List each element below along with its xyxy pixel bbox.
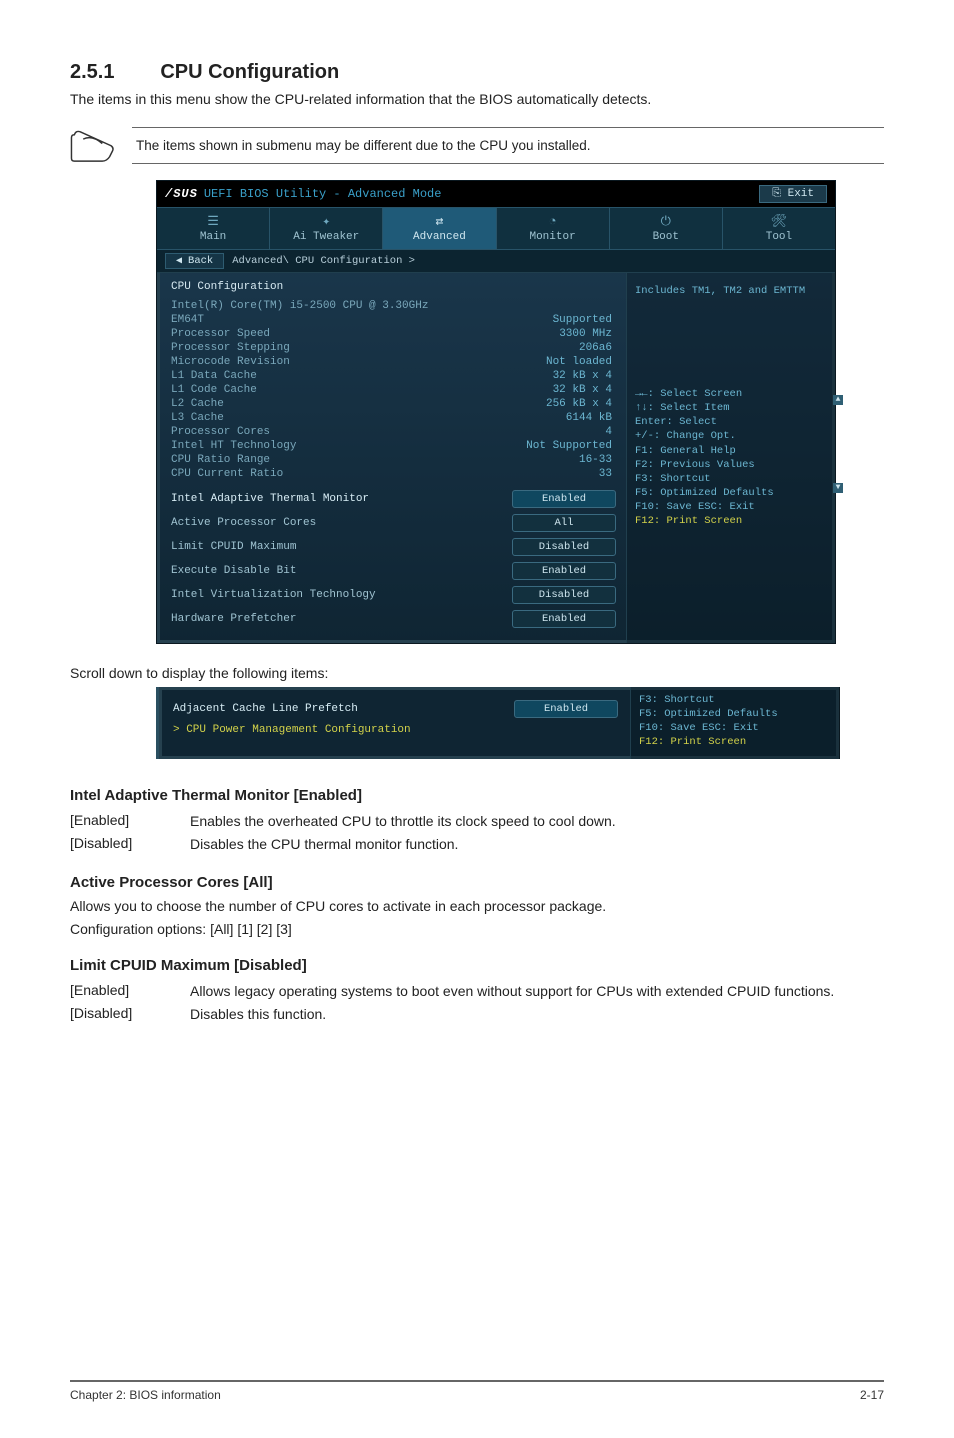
keyboard-help: F3: Shortcut F5: Optimized Defaults F10:… [639,693,829,750]
option-hw-prefetcher[interactable]: Hardware PrefetcherEnabled [171,607,616,631]
tab-ai-tweaker[interactable]: ✦Ai Tweaker [269,208,382,249]
tool-icon: 🛠 [725,214,833,229]
option-value[interactable]: Disabled [512,538,616,556]
option-value[interactable]: Disabled [512,586,616,604]
keyboard-help: →←: Select Screen ↑↓: Select Item Enter:… [635,387,825,529]
tab-boot[interactable]: ⏻Boot [609,208,722,249]
advanced-icon: ⇄ [385,214,493,229]
scroll-down-button[interactable]: ▼ [833,483,843,493]
tab-tool[interactable]: 🛠Tool [722,208,835,249]
exit-button[interactable]: ⎘ Exit [759,185,827,203]
option-intel-vt[interactable]: Intel Virtualization TechnologyDisabled [171,583,616,607]
tab-main[interactable]: ☰Main [157,208,269,249]
bios-title-bar: /SUS UEFI BIOS Utility - Advanced Mode [165,187,441,201]
back-button[interactable]: ◀ Back [165,253,224,269]
scroll-up-button[interactable]: ▲ [833,395,843,405]
section-number: 2.5.1 [70,61,114,83]
bios-tabs: ☰Main ✦Ai Tweaker ⇄Advanced ◔Monitor ⏻Bo… [157,207,835,250]
note-callout: The items shown in submenu may be differ… [70,127,884,166]
scroll-caption: Scroll down to display the following ite… [70,664,884,683]
note-icon [70,127,114,166]
section-intro: The items in this menu show the CPU-rela… [70,90,884,109]
tab-monitor[interactable]: ◔Monitor [496,208,609,249]
list-icon: ☰ [159,214,267,229]
breadcrumb: Advanced\ CPU Configuration > [232,255,415,267]
option-help-text: Includes TM1, TM2 and EMTTM [635,285,825,297]
option-adjacent-cache[interactable]: Adjacent Cache Line Prefetch Enabled [173,697,618,721]
bios-window: /SUS UEFI BIOS Utility - Advanced Mode ⎘… [156,180,836,644]
setting-config-options: Configuration options: [All] [1] [2] [3] [70,920,884,939]
bios-mode-label: UEFI BIOS Utility - Advanced Mode [204,187,442,201]
panel-title: CPU Configuration [171,281,616,293]
page-footer: Chapter 2: BIOS information 2-17 [70,1380,884,1402]
tab-advanced[interactable]: ⇄Advanced [382,208,495,249]
setting-heading: Limit CPUID Maximum [Disabled] [70,957,884,974]
submenu-cpu-power-mgmt[interactable]: > CPU Power Management Configuration [173,721,618,739]
section-title: CPU Configuration [160,61,339,83]
back-arrow-icon: ◀ [176,256,188,267]
boot-icon: ⏻ [612,214,720,229]
setting-heading: Intel Adaptive Thermal Monitor [Enabled] [70,787,884,804]
option-value[interactable]: Enabled [514,700,618,718]
setting-description: Allows you to choose the number of CPU c… [70,897,884,916]
option-active-cores[interactable]: Active Processor CoresAll [171,511,616,535]
option-execute-disable[interactable]: Execute Disable BitEnabled [171,559,616,583]
exit-icon: ⎘ [772,188,787,200]
option-value[interactable]: Enabled [512,490,616,508]
option-value[interactable]: Enabled [512,562,616,580]
section-heading: 2.5.1 CPU Configuration [70,60,884,84]
option-value[interactable]: Enabled [512,610,616,628]
setting-heading: Active Processor Cores [All] [70,874,884,891]
cpu-model: Intel(R) Core(TM) i5-2500 CPU @ 3.30GHz [171,300,428,312]
footer-page-number: 2-17 [860,1388,884,1402]
option-thermal-monitor[interactable]: Intel Adaptive Thermal MonitorEnabled [171,487,616,511]
monitor-icon: ◔ [499,214,607,229]
bios-strip: Adjacent Cache Line Prefetch Enabled > C… [156,687,840,760]
setting-options: [Enabled]Allows legacy operating systems… [70,980,834,1026]
option-limit-cpuid[interactable]: Limit CPUID MaximumDisabled [171,535,616,559]
setting-options: [Enabled]Enables the overheated CPU to t… [70,810,616,856]
option-value[interactable]: All [512,514,616,532]
brand-logo: /SUS [165,187,198,201]
footer-chapter: Chapter 2: BIOS information [70,1388,221,1402]
tweak-icon: ✦ [272,214,380,229]
note-text: The items shown in submenu may be differ… [132,127,884,164]
